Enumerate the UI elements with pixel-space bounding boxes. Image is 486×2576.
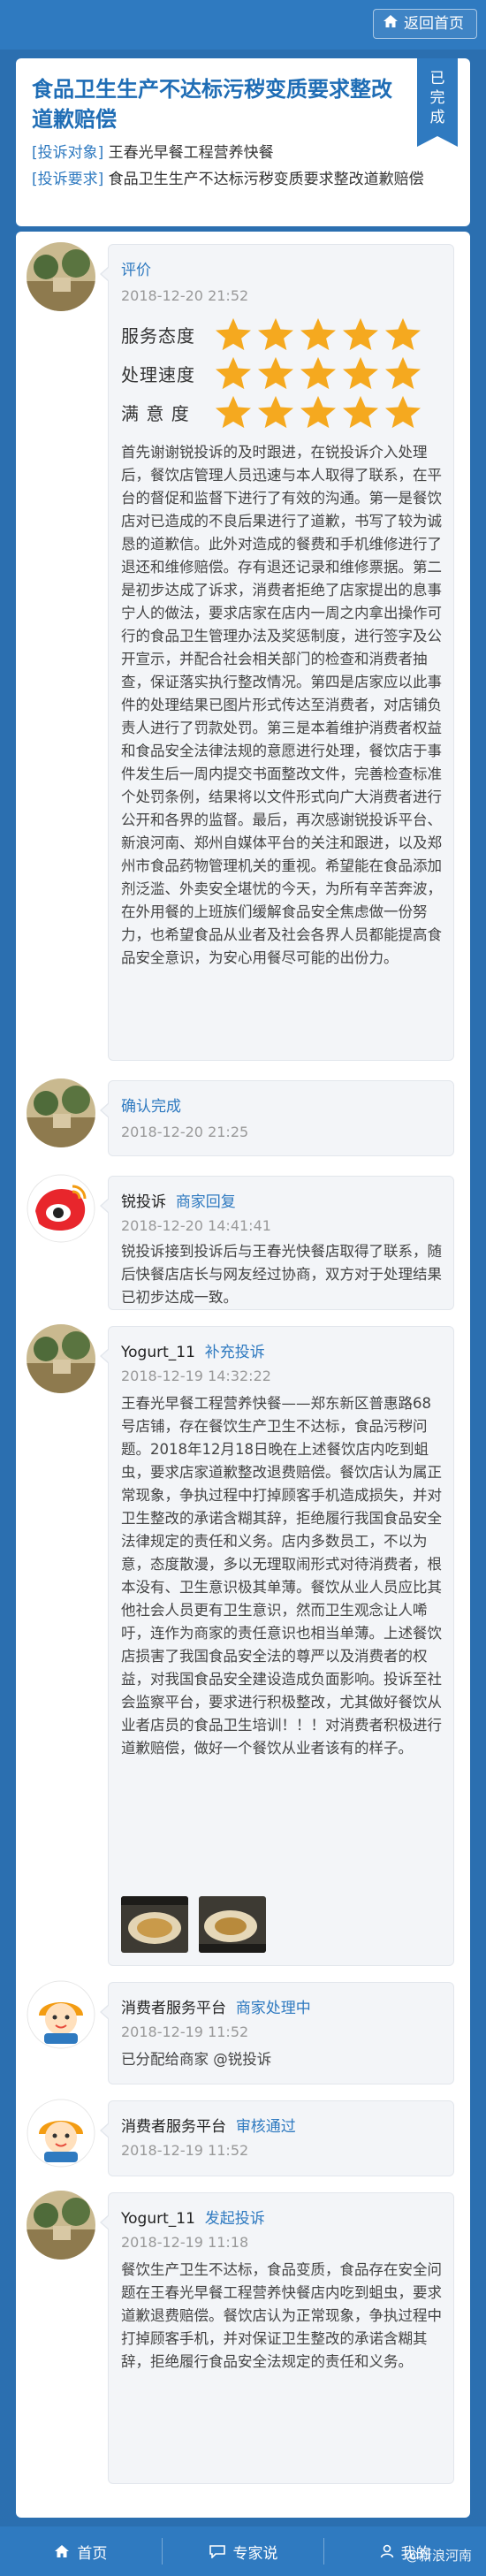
star-icon — [300, 356, 336, 390]
entry-heading: 确认完成 — [121, 1098, 181, 1116]
assignment-text: 已分配给商家 @锐投诉 — [121, 2051, 272, 2068]
entry-type-label: 发起投诉 — [204, 2210, 265, 2228]
user-icon — [380, 2544, 393, 2558]
star-icon — [216, 395, 251, 429]
watermark: @新浪河南 — [405, 2548, 472, 2564]
platform-approved-entry: 消费者服务平台 审核通过 2018-12-19 11:52 — [100, 2100, 454, 2176]
entry-timestamp: 2018-12-19 11:52 — [121, 2023, 249, 2040]
entry-timestamp: 2018-12-19 11:18 — [121, 2234, 249, 2251]
entry-timestamp: 2018-12-19 14:32:22 — [121, 1368, 271, 1384]
star-icon — [258, 395, 293, 429]
star-icon — [258, 317, 293, 351]
author-name: 消费者服务平台 — [121, 2118, 226, 2136]
nav-expert-label: 专家说 — [232, 2544, 278, 2563]
platform-processing-entry: 消费者服务平台 商家处理中 2018-12-19 11:52 已分配给商家 @锐… — [100, 1982, 454, 2084]
complaint-demand-tag: [投诉要求] — [32, 171, 104, 188]
star-icon — [343, 356, 378, 390]
entry-heading: Yogurt_11 发起投诉 — [121, 2206, 265, 2228]
entry-heading: Yogurt_11 补充投诉 — [121, 1339, 265, 1361]
star-icon — [300, 317, 336, 351]
merchant-avatar[interactable] — [27, 1174, 95, 1243]
home-icon — [55, 2545, 70, 2557]
entry-heading: 评价 — [121, 262, 151, 279]
confirm-entry: 确认完成 2018-12-20 21:25 — [100, 1080, 454, 1156]
merchant-reply-entry: 锐投诉 商家回复 2018-12-20 14:41:41 锐投诉接到投诉后与王春… — [100, 1176, 454, 1310]
merchant-reply-text: 锐投诉接到投诉后与王春光快餐店取得了联系，随后快餐店店长与网友经过协商，双方对于… — [121, 1243, 442, 1306]
back-home-label: 返回首页 — [404, 15, 464, 33]
chat-icon — [209, 2545, 225, 2558]
entry-timestamp: 2018-12-20 21:25 — [121, 1124, 249, 1140]
star-icon — [216, 356, 251, 390]
complaint-timeline: 评价 2018-12-20 21:52 服务态度 处理速度 满 意 度 首先谢谢… — [16, 232, 470, 2518]
top-bar: 返回首页 — [0, 0, 486, 50]
evidence-photo[interactable] — [199, 1896, 266, 1953]
nav-home-label: 首页 — [77, 2544, 108, 2563]
entry-timestamp: 2018-12-20 14:41:41 — [121, 1217, 271, 1234]
complaint-demand-value: 食品卫生生产不达标污秽变质要求整改道歉赔偿 — [108, 171, 424, 188]
supplement-entry: Yogurt_11 补充投诉 2018-12-19 14:32:22 王春光早餐… — [100, 1326, 454, 1966]
author-name: 消费者服务平台 — [121, 2000, 226, 2017]
star-icon — [385, 395, 421, 429]
user-avatar[interactable] — [27, 1324, 95, 1393]
rating-label: 满 意 度 — [121, 402, 190, 424]
entry-type-label: 商家回复 — [175, 1193, 236, 1211]
evidence-photo[interactable] — [121, 1896, 188, 1953]
entry-heading: 消费者服务平台 商家处理中 — [121, 1995, 311, 2017]
author-name: Yogurt_11 — [121, 2210, 195, 2228]
complaint-demand-row: [投诉要求] 食品卫生生产不达标污秽变质要求整改道歉赔偿 — [32, 168, 456, 191]
review-text: 首先谢谢锐投诉的及时跟进，在锐投诉介入处理后，餐饮店管理人员迅速与本人取得了联系… — [121, 444, 442, 966]
nav-expert[interactable]: 专家说 — [163, 2541, 324, 2563]
supplement-text: 王春光早餐工程营养快餐——郑东新区普惠路68号店铺，存在餐饮生产卫生不达标，食品… — [121, 1395, 442, 1757]
platform-avatar[interactable] — [27, 2099, 95, 2168]
star-icon — [216, 317, 251, 351]
user-avatar[interactable] — [27, 1078, 95, 1147]
rating-service: 服务态度 — [121, 317, 425, 351]
entry-heading: 锐投诉 商家回复 — [121, 1189, 236, 1211]
author-name: 锐投诉 — [121, 1193, 166, 1211]
complaint-target-tag: [投诉对象] — [32, 144, 104, 162]
rating-speed: 处理速度 — [121, 356, 425, 390]
user-avatar[interactable] — [27, 2191, 95, 2260]
rating-label: 服务态度 — [121, 324, 195, 347]
entry-timestamp: 2018-12-20 21:52 — [121, 287, 249, 304]
initial-complaint-entry: Yogurt_11 发起投诉 2018-12-19 11:18 餐饮生产卫生不达… — [100, 2192, 454, 2484]
author-name: Yogurt_11 — [121, 1344, 195, 1361]
initial-complaint-text: 餐饮生产卫生不达标，食品变质，食品存在安全问题在王春光早餐工程营养快餐店内吃到蛆… — [121, 2261, 442, 2370]
home-icon — [383, 10, 399, 38]
star-icon — [343, 395, 378, 429]
back-home-button[interactable]: 返回首页 — [373, 9, 477, 39]
star-icon — [385, 356, 421, 390]
complaint-target-value: 王春光早餐工程营养快餐 — [108, 144, 274, 162]
nav-home[interactable]: 首页 — [0, 2541, 162, 2563]
review-entry: 评价 2018-12-20 21:52 服务态度 处理速度 满 意 度 首先谢谢… — [100, 244, 454, 1061]
entry-type-label: 补充投诉 — [204, 1344, 265, 1361]
entry-type-label: 商家处理中 — [235, 2000, 311, 2017]
user-avatar[interactable] — [27, 242, 95, 311]
star-icon — [258, 356, 293, 390]
platform-avatar[interactable] — [27, 1980, 95, 2049]
rating-satisfaction: 满 意 度 — [121, 395, 425, 429]
star-icon — [300, 395, 336, 429]
status-badge: 已完成 — [417, 58, 458, 147]
complaint-header-card: 食品卫生生产不达标污秽变质要求整改道歉赔偿 已完成 [投诉对象] 王春光早餐工程… — [16, 58, 470, 226]
entry-type-label: 审核通过 — [235, 2118, 296, 2136]
entry-heading: 消费者服务平台 审核通过 — [121, 2114, 296, 2136]
complaint-title: 食品卫生生产不达标污秽变质要求整改道歉赔偿 — [32, 77, 392, 132]
status-badge-text: 已完成 — [429, 70, 445, 126]
star-icon — [385, 317, 421, 351]
entry-timestamp: 2018-12-19 11:52 — [121, 2142, 249, 2159]
star-icon — [343, 317, 378, 351]
complaint-target-row: [投诉对象] 王春光早餐工程营养快餐 — [32, 141, 456, 164]
rating-label: 处理速度 — [121, 363, 195, 385]
